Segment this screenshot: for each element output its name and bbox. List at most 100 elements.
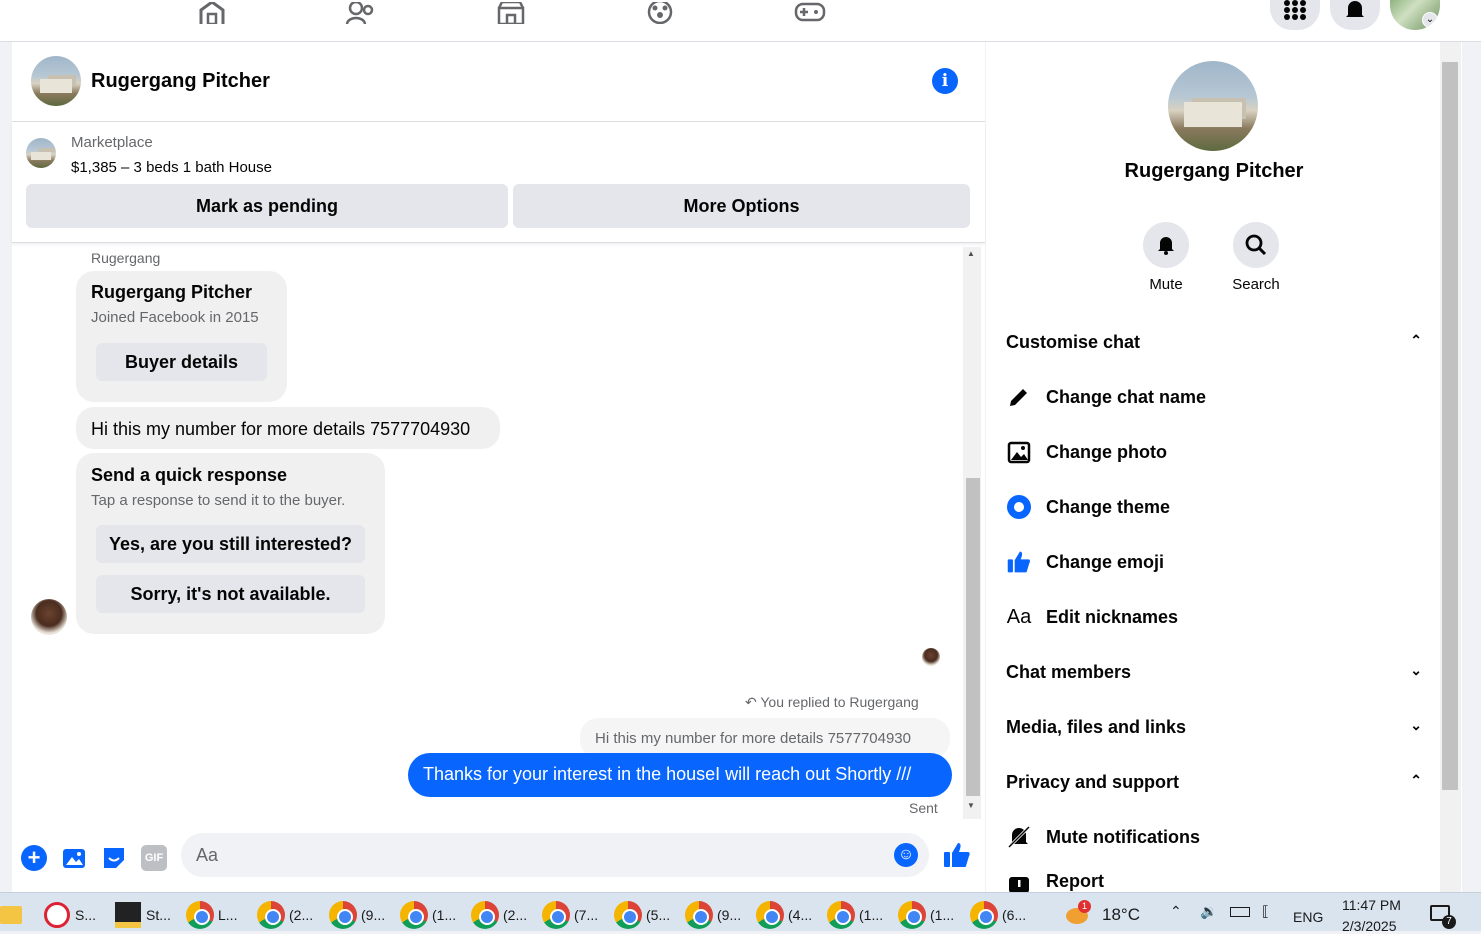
buyer-details-button[interactable]: Buyer details	[96, 343, 267, 381]
media-files-links-section[interactable]: Media, files and links ⌄	[1006, 717, 1422, 738]
photo-icon[interactable]	[61, 845, 87, 871]
clock-time[interactable]: 11:47 PM	[1342, 897, 1401, 913]
chat-title[interactable]: Rugergang Pitcher	[91, 70, 270, 93]
privacy-support-section[interactable]: Privacy and support ⌃	[1006, 772, 1422, 793]
groups-icon[interactable]	[643, 0, 677, 24]
taskbar-app-3[interactable]: (2...	[257, 901, 313, 929]
taskbar-app-10[interactable]: (4...	[756, 901, 812, 929]
buyer-card-bubble: Rugergang Pitcher Joined Facebook in 201…	[76, 271, 287, 402]
profile-name[interactable]: Rugergang Pitcher	[986, 160, 1442, 183]
pencil-icon	[1006, 384, 1032, 410]
info-icon[interactable]: i	[932, 68, 958, 94]
customise-chat-label: Customise chat	[1006, 332, 1141, 352]
taskbar-app-0[interactable]: S...	[44, 901, 96, 929]
sticker-icon[interactable]	[101, 845, 127, 871]
quick-response-title: Send a quick response	[91, 465, 288, 485]
taskbar-app-4[interactable]: (9...	[329, 901, 385, 929]
taskbar-app-12[interactable]: (1...	[898, 901, 954, 929]
like-thumb-icon	[1006, 549, 1032, 575]
outgoing-message-bubble[interactable]: Thanks for your interest in the houseI w…	[408, 753, 952, 797]
taskbar-app-7[interactable]: (7...	[542, 901, 598, 929]
customise-chat-section[interactable]: Customise chat ⌃	[1006, 332, 1422, 353]
outgoing-message-text: Thanks for your interest in the houseI w…	[423, 764, 912, 784]
scroll-down-icon[interactable]: ▼	[967, 801, 975, 810]
buyer-card-name: Rugergang Pitcher	[91, 282, 253, 302]
privacy-support-label: Privacy and support	[1006, 772, 1180, 792]
taskbar-app-1[interactable]: St...	[115, 901, 171, 929]
wifi-icon[interactable]: ⟦	[1262, 903, 1269, 920]
language-indicator[interactable]: ENG	[1293, 909, 1323, 925]
notification-center-icon[interactable]: 7	[1430, 905, 1456, 929]
listing-title[interactable]: $1,385 – 3 beds 1 bath House	[71, 159, 272, 176]
chevron-down-icon: ⌄	[1422, 12, 1438, 28]
chevron-down-icon: ⌄	[1410, 717, 1422, 733]
taskbar-app-11[interactable]: (1...	[827, 901, 883, 929]
quick-reply-not-available-button[interactable]: Sorry, it's not available.	[96, 575, 365, 613]
marketplace-label: Marketplace	[71, 134, 153, 151]
buyer-card-joined: Joined Facebook in 2015	[91, 309, 259, 326]
taskbar-app-label: (9...	[361, 907, 386, 923]
chrome-icon	[614, 901, 642, 929]
quick-reply-interested-button[interactable]: Yes, are you still interested?	[96, 525, 365, 563]
account-avatar[interactable]: ⌄	[1390, 0, 1440, 30]
chat-members-label: Chat members	[1006, 662, 1132, 682]
notifications-bell-icon[interactable]	[1330, 0, 1380, 30]
chrome-icon	[186, 901, 214, 929]
taskbar-app-2[interactable]: L...	[186, 901, 237, 929]
taskbar-app-label: (2...	[289, 907, 314, 923]
plus-icon[interactable]: +	[21, 845, 47, 871]
taskbar-app-9[interactable]: (9...	[685, 901, 741, 929]
more-options-button[interactable]: More Options	[513, 184, 970, 228]
like-thumb-icon[interactable]	[942, 840, 972, 870]
change-chat-name-label: Change chat name	[1046, 387, 1207, 407]
home-icon[interactable]	[195, 0, 229, 24]
quoted-message-bubble[interactable]: Hi this my number for more details 75777…	[580, 718, 950, 758]
volume-icon[interactable]: 🔉	[1200, 903, 1217, 920]
file-explorer-icon[interactable]	[0, 901, 22, 929]
scroll-up-icon[interactable]: ▲	[967, 249, 975, 258]
text-aa-icon: Aa	[1006, 605, 1032, 628]
menu-grid-icon[interactable]	[1270, 0, 1320, 30]
taskbar-app-label: (6...	[1002, 907, 1027, 923]
chevron-up-icon: ⌃	[1410, 332, 1422, 348]
chevron-up-icon: ⌃	[1410, 772, 1422, 788]
mute-bell-icon[interactable]	[1143, 222, 1189, 268]
weather-badge: 1	[1078, 900, 1091, 913]
quick-response-bubble: Send a quick response Tap a response to …	[76, 453, 385, 634]
mark-as-pending-button[interactable]: Mark as pending	[26, 184, 508, 228]
mute-action[interactable]: Mute	[1136, 222, 1196, 293]
gif-icon[interactable]: GIF	[141, 845, 167, 871]
gaming-icon[interactable]	[793, 0, 827, 24]
profile-avatar[interactable]	[1168, 61, 1258, 151]
media-files-links-label: Media, files and links	[1006, 717, 1187, 737]
message-input[interactable]: Aa	[181, 833, 929, 877]
chat-panel: Rugergang Pitcher i Marketplace $1,385 –…	[12, 42, 985, 892]
report-icon	[1006, 868, 1032, 894]
marketplace-listing-bar: Marketplace $1,385 – 3 beds 1 bath House…	[12, 122, 985, 243]
taskbar-app-6[interactable]: (2...	[471, 901, 527, 929]
chrome-icon	[329, 901, 357, 929]
battery-icon[interactable]	[1230, 907, 1250, 917]
taskbar-app-label: (5...	[646, 907, 671, 923]
details-scroll-thumb[interactable]	[1442, 62, 1458, 790]
search-icon[interactable]	[1233, 222, 1279, 268]
friends-icon[interactable]	[344, 0, 378, 24]
search-action[interactable]: Search	[1226, 222, 1286, 293]
weather-widget[interactable]: 1 18°C	[1064, 900, 1140, 929]
marketplace-icon[interactable]	[494, 0, 528, 24]
clock-date[interactable]: 2/3/2025	[1342, 918, 1397, 934]
edit-nicknames-label: Edit nicknames	[1046, 607, 1179, 627]
emoji-icon[interactable]: ☺	[894, 843, 918, 867]
taskbar-app-13[interactable]: (6...	[970, 901, 1026, 929]
listing-thumbnail[interactable]	[26, 138, 56, 168]
taskbar-app-5[interactable]: (1...	[400, 901, 456, 929]
buyer-avatar[interactable]	[31, 599, 67, 635]
thread-scroll-thumb[interactable]	[966, 478, 980, 796]
reply-note-text: You replied to Rugergang	[760, 694, 919, 710]
notification-count: 7	[1442, 915, 1456, 929]
chat-details-panel: Rugergang Pitcher Mute Search Customise …	[986, 42, 1462, 894]
tray-chevron-up-icon[interactable]: ⌃	[1170, 903, 1182, 920]
chat-members-section[interactable]: Chat members ⌄	[1006, 662, 1422, 683]
taskbar-app-8[interactable]: (5...	[614, 901, 670, 929]
contact-avatar[interactable]	[31, 56, 81, 106]
